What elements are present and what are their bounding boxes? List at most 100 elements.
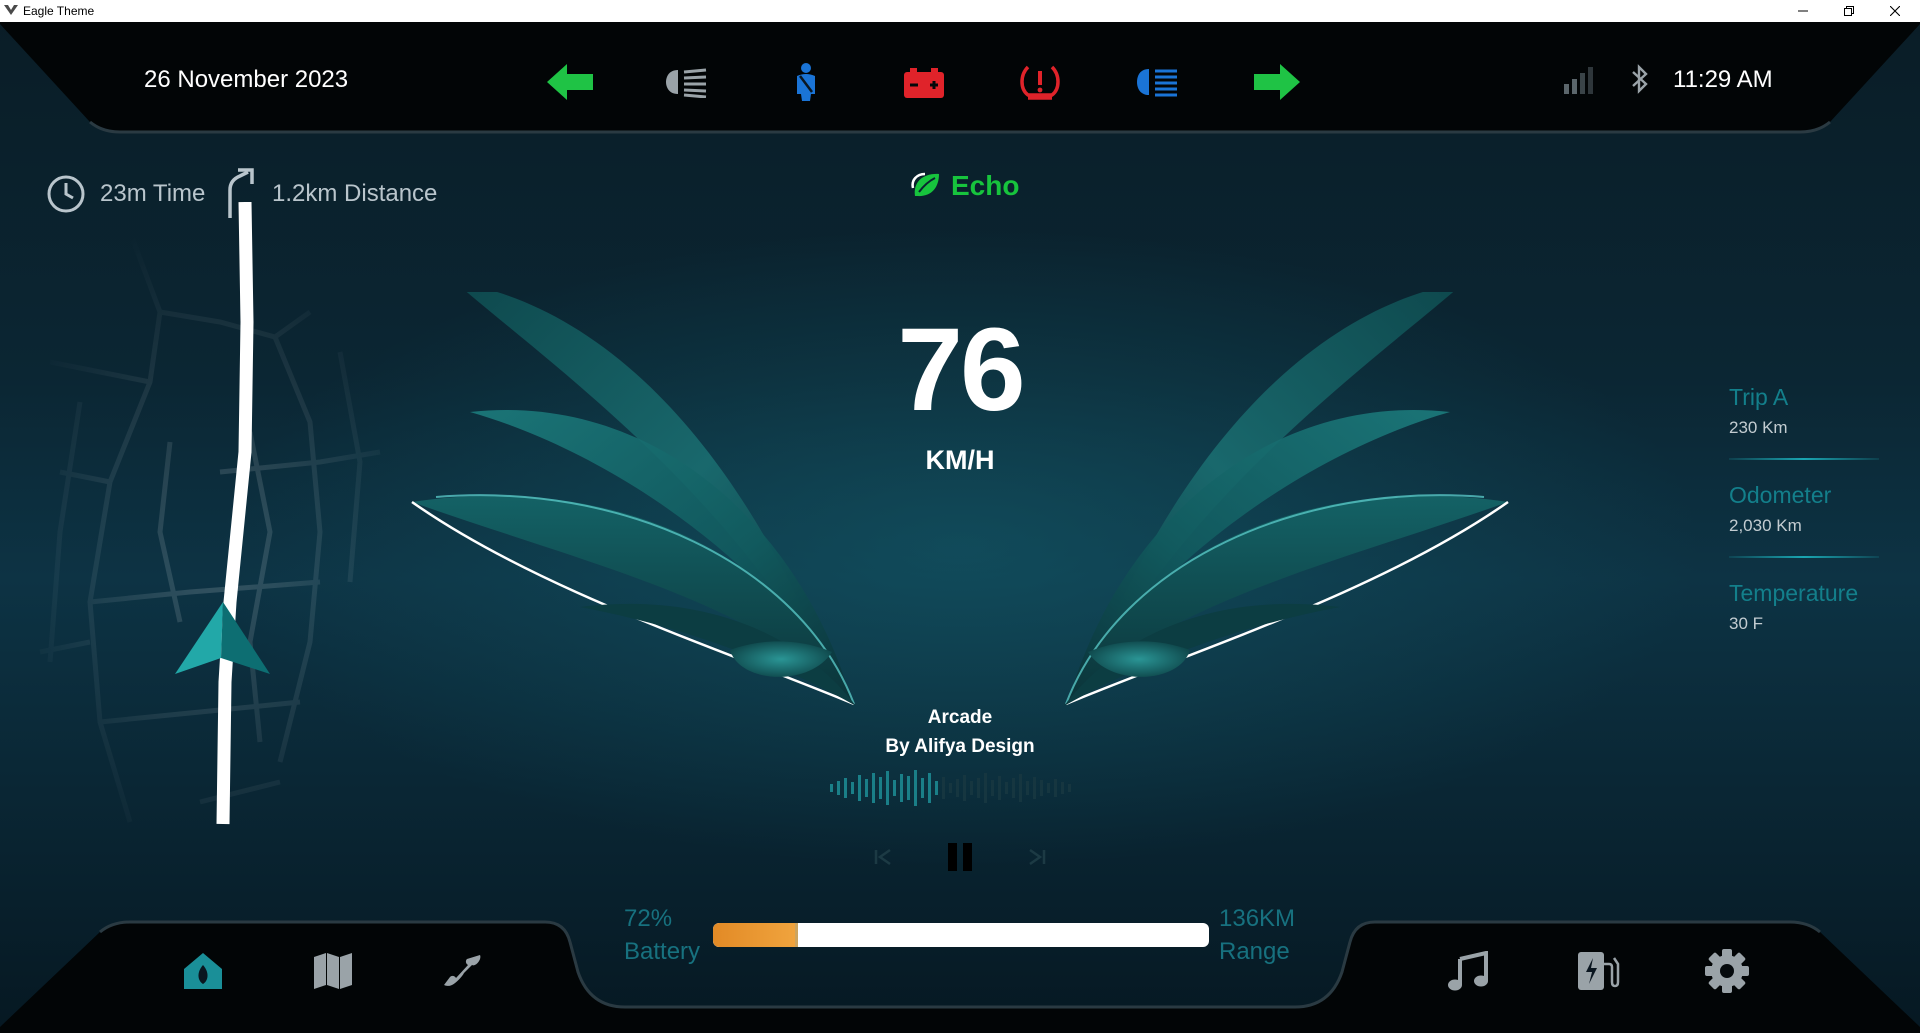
- song-title: Arcade: [927, 707, 993, 728]
- restore-button[interactable]: [1826, 0, 1872, 22]
- charging-station-icon: [1578, 952, 1620, 990]
- low-beam-icon: [662, 60, 710, 104]
- navigation-map[interactable]: [20, 202, 420, 842]
- waveform-bar: [858, 775, 861, 801]
- close-button[interactable]: [1872, 0, 1918, 22]
- eta-time-label: 23m Time: [100, 180, 206, 207]
- right-turn-signal-icon: [1250, 58, 1302, 106]
- map-button[interactable]: [301, 939, 365, 1003]
- waveform-bar: [949, 783, 952, 793]
- waveform-bar: [1033, 777, 1036, 799]
- seatbelt-icon: [789, 58, 823, 106]
- music-button[interactable]: [1436, 939, 1500, 1003]
- temperature-value: 30 F: [1729, 614, 1764, 633]
- charging-station-button[interactable]: [1566, 939, 1630, 1003]
- waveform-bar: [886, 771, 889, 805]
- dashboard-screen: 26 November 2023 11:29 AM 23m Time 1.2km…: [0, 22, 1920, 1033]
- next-track-icon: [1029, 848, 1046, 866]
- divider: [1729, 556, 1879, 558]
- waveform-bar: [942, 777, 945, 799]
- waveform-bar: [1047, 783, 1050, 793]
- remaining-distance-label: 1.2km Distance: [272, 180, 438, 207]
- play-pause-button[interactable]: [940, 834, 980, 880]
- waveform-bar: [1068, 784, 1071, 792]
- drive-mode-label[interactable]: Echo: [951, 170, 1019, 202]
- waveform-bar: [1026, 781, 1029, 795]
- music-icon: [1448, 951, 1488, 991]
- range-value: 136KM: [1219, 905, 1296, 932]
- waveform-bar: [865, 779, 868, 797]
- waveform-bar: [830, 784, 833, 792]
- waveform-bar: [963, 775, 966, 801]
- date-display: 26 November 2023: [144, 66, 349, 93]
- battery-percent: 72%: [624, 905, 673, 932]
- trip-a-value: 230 Km: [1729, 418, 1788, 437]
- odometer-value: 2,030 Km: [1729, 516, 1802, 535]
- turn-right-icon: [228, 168, 254, 218]
- high-beam-icon: [1133, 60, 1181, 104]
- waveform-bar: [956, 779, 959, 797]
- bottom-nav-bar: [0, 920, 1920, 1033]
- waveform-bar: [921, 778, 924, 798]
- clock-icon: [47, 175, 85, 213]
- waveform-bar: [1005, 782, 1008, 794]
- restore-icon: [1844, 6, 1854, 16]
- settings-button[interactable]: [1695, 939, 1759, 1003]
- waveform-bar: [928, 773, 931, 803]
- pause-icon: [948, 843, 972, 871]
- speed-value: 76: [897, 304, 1025, 436]
- waveform-bar: [900, 774, 903, 802]
- divider: [1729, 458, 1879, 460]
- waveform-bar: [893, 780, 896, 796]
- minimize-button[interactable]: [1780, 0, 1826, 22]
- previous-track-icon: [874, 848, 891, 866]
- waveform-bar: [1040, 780, 1043, 796]
- waveform-bar: [844, 778, 847, 798]
- window-title: Eagle Theme: [23, 4, 95, 18]
- bluetooth-icon[interactable]: [1630, 64, 1650, 94]
- odometer-label[interactable]: Odometer: [1729, 482, 1831, 509]
- signal-icon: [1564, 67, 1593, 94]
- battery-level-bar: [713, 923, 1209, 947]
- map-icon: [314, 953, 352, 989]
- previous-track-button[interactable]: [868, 842, 898, 872]
- speed-unit: KM/H: [925, 445, 995, 475]
- waveform-bar: [1019, 774, 1022, 802]
- waveform-bar: [914, 770, 917, 806]
- next-track-button[interactable]: [1022, 842, 1052, 872]
- phone-icon: [444, 955, 481, 986]
- tire-pressure-warning-icon: [1016, 58, 1064, 106]
- range-label: Range: [1219, 938, 1290, 965]
- clock-display: 11:29 AM: [1673, 66, 1773, 93]
- waveform-bar: [998, 776, 1001, 800]
- waveform-bar: [984, 773, 987, 803]
- eco-leaf-icon: [911, 172, 939, 197]
- battery-label: Battery: [624, 938, 701, 965]
- app-logo-icon: [4, 5, 18, 15]
- close-icon: [1890, 6, 1900, 16]
- waveform-bar: [837, 781, 840, 795]
- trip-a-label[interactable]: Trip A: [1729, 384, 1788, 411]
- waveform-bar: [872, 773, 875, 803]
- phone-button[interactable]: [430, 939, 494, 1003]
- waveform-bar: [1012, 778, 1015, 798]
- left-turn-signal-icon: [545, 58, 597, 106]
- home-button[interactable]: [171, 939, 235, 1003]
- waveform-bar: [991, 780, 994, 796]
- waveform-bar: [879, 777, 882, 799]
- waveform-bar: [970, 781, 973, 795]
- waveform-bar: [1054, 779, 1057, 797]
- audio-waveform-icon: [830, 770, 1071, 806]
- temperature-label[interactable]: Temperature: [1729, 580, 1858, 607]
- waveform-bar: [907, 776, 910, 800]
- battery-warning-icon: [901, 62, 947, 104]
- waveform-bar: [935, 781, 938, 795]
- waveform-bar: [1061, 782, 1064, 794]
- window-titlebar: Eagle Theme: [0, 0, 1920, 23]
- song-artist: By Alifya Design: [885, 736, 1035, 757]
- settings-icon: [1705, 949, 1749, 993]
- waveform-bar: [977, 778, 980, 798]
- waveform-bar: [851, 782, 854, 794]
- home-icon: [184, 953, 222, 989]
- battery-level-fill-edge: [795, 923, 799, 947]
